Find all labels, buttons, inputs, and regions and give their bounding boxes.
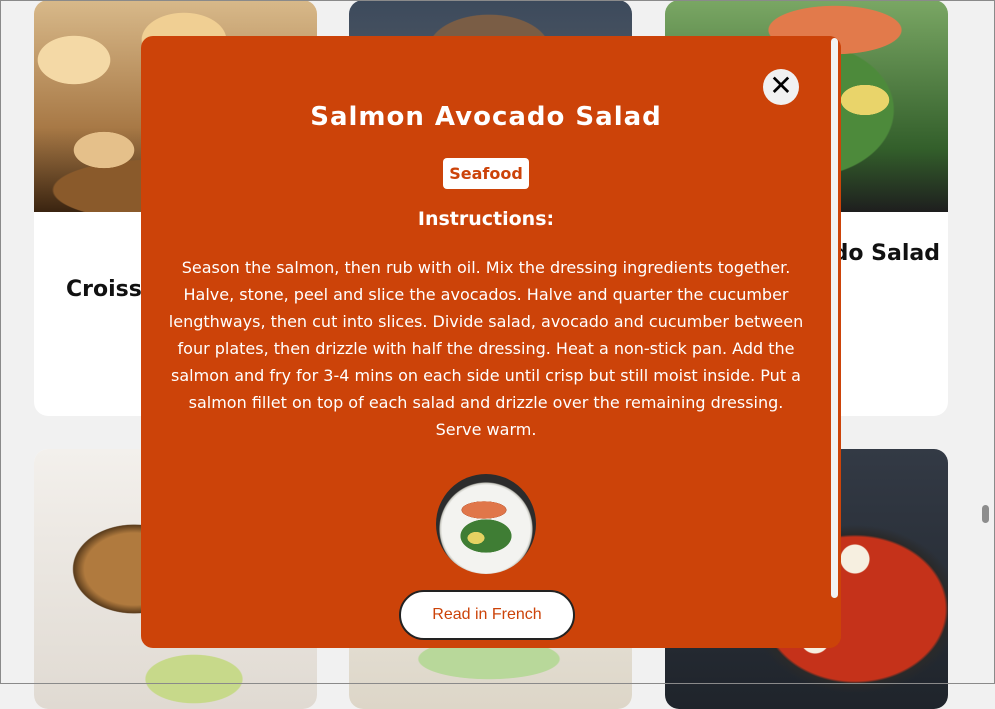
modal-scrollbar[interactable] [829,36,841,648]
close-button[interactable]: ✕ [763,69,799,105]
read-in-french-button[interactable]: Read in French [399,590,575,640]
recipe-modal: ✕ Salmon Avocado Salad Seafood Instructi… [141,36,841,648]
instructions-text: Season the salmon, then rub with oil. Mi… [168,258,804,439]
recipe-card-title-line: do Salad [832,241,940,266]
page-scrollbar-thumb[interactable] [982,505,989,523]
close-icon: ✕ [769,69,793,102]
modal-title: Salmon Avocado Salad [310,102,662,132]
instructions-heading: Instructions: [417,208,555,230]
category-badge: Seafood [443,158,529,189]
get-recipe-button-label: pe [845,304,871,325]
modal-scrollbar-thumb[interactable] [831,38,838,598]
recipe-thumbnail [436,474,536,574]
